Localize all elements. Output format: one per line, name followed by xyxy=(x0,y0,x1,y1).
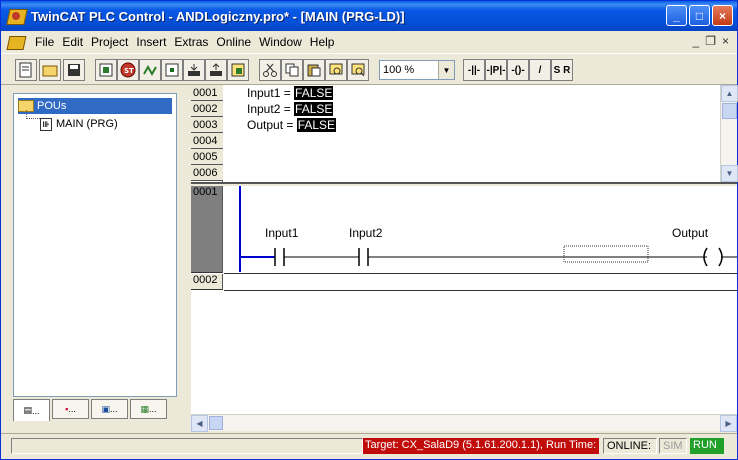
ladder-editor[interactable]: 0001 0002 Input1 Input2 Output xyxy=(191,186,737,414)
scroll-thumb[interactable] xyxy=(209,416,223,430)
status-target: Target: CX_SalaD9 (5.1.61.200.1.1), Run … xyxy=(363,438,599,454)
menu-online[interactable]: Online xyxy=(212,35,255,49)
parallel-contact-icon[interactable]: -|P|- xyxy=(485,59,507,81)
scroll-thumb[interactable] xyxy=(722,103,737,119)
run-to-icon[interactable] xyxy=(227,59,249,81)
tree-item-pous[interactable]: POUs xyxy=(18,98,172,114)
menu-project[interactable]: Project xyxy=(87,35,132,49)
menu-help[interactable]: Help xyxy=(306,35,339,49)
twincat-app-icon[interactable] xyxy=(7,7,25,25)
save-icon[interactable] xyxy=(63,59,85,81)
object-organizer-tree[interactable]: POUs ⊪ MAIN (PRG) xyxy=(13,93,177,397)
stop-icon[interactable]: ST xyxy=(117,59,139,81)
tree-connector xyxy=(26,110,40,119)
line-number: 0002 xyxy=(191,101,223,117)
network-separator xyxy=(224,290,737,291)
close-button[interactable]: × xyxy=(712,5,733,26)
variable-line-input1[interactable]: Input1 = FALSE xyxy=(247,85,334,101)
chevron-down-icon[interactable]: ▼ xyxy=(438,61,454,79)
status-online: ONLINE: xyxy=(603,438,657,454)
scroll-left-icon[interactable]: ◀ xyxy=(191,415,208,432)
organizer-tabs: ▤... ▪... ▣... ▦... xyxy=(13,399,177,421)
declaration-scrollbar[interactable]: ▲ ▼ xyxy=(720,85,738,182)
contact-icon[interactable]: -||- xyxy=(463,59,485,81)
mdi-close-button[interactable]: × xyxy=(722,34,729,48)
line-number: 0003 xyxy=(191,117,223,133)
download-icon[interactable] xyxy=(183,59,205,81)
variable-line-output[interactable]: Output = FALSE xyxy=(247,117,337,133)
tree-item-main[interactable]: ⊪ MAIN (PRG) xyxy=(40,116,118,132)
status-sim: SIM xyxy=(659,438,687,454)
document-system-icon[interactable] xyxy=(7,34,25,50)
line-number: 0006 xyxy=(191,165,223,181)
tab-pous[interactable]: ▤... xyxy=(13,399,50,421)
mdi-minimize-button[interactable]: _ xyxy=(693,34,700,48)
variable-value[interactable]: FALSE xyxy=(294,102,334,116)
scroll-down-icon[interactable]: ▼ xyxy=(721,165,738,182)
svg-text:ST: ST xyxy=(124,67,134,75)
contact-label-input1[interactable]: Input1 xyxy=(265,226,298,240)
negate-icon[interactable]: / xyxy=(529,59,551,81)
tab-visualizations[interactable]: ▣... xyxy=(91,399,128,419)
toolbar: ST 100 % ▼ -||- -|P|- -()- / S R xyxy=(1,53,737,85)
ladder-rung xyxy=(239,186,737,272)
scroll-up-icon[interactable]: ▲ xyxy=(721,85,738,102)
coil-label-output[interactable]: Output xyxy=(672,226,708,240)
coil-icon[interactable]: -()- xyxy=(507,59,529,81)
paste-icon[interactable] xyxy=(303,59,325,81)
menu-edit[interactable]: Edit xyxy=(58,35,87,49)
declaration-editor[interactable]: 0001 0002 0003 0004 0005 0006 Input1 = F… xyxy=(191,85,738,184)
set-reset-icon[interactable]: S R xyxy=(551,59,573,81)
variable-line-input2[interactable]: Input2 = FALSE xyxy=(247,101,334,117)
ladder-horizontal-scrollbar[interactable]: ◀ ▶ xyxy=(191,414,737,432)
tree-item-label: POUs xyxy=(37,100,67,112)
variable-value[interactable]: FALSE xyxy=(296,118,337,132)
menu-insert[interactable]: Insert xyxy=(132,35,170,49)
line-number: 0001 xyxy=(191,85,223,101)
find-next-icon[interactable] xyxy=(347,59,369,81)
line-number: 0004 xyxy=(191,133,223,149)
window-title: TwinCAT PLC Control - ANDLogiczny.pro* -… xyxy=(31,8,405,24)
new-file-icon[interactable] xyxy=(15,59,37,81)
variable-value[interactable]: FALSE xyxy=(294,86,334,100)
status-bar: Target: CX_SalaD9 (5.1.61.200.1.1), Run … xyxy=(1,433,737,459)
resources-icon: ▦ xyxy=(140,403,149,414)
step-icon[interactable] xyxy=(139,59,161,81)
window-controls: _ □ × xyxy=(666,5,733,26)
minimize-button[interactable]: _ xyxy=(666,5,687,26)
open-folder-icon[interactable] xyxy=(39,59,61,81)
tab-resources[interactable]: ▦... xyxy=(130,399,167,419)
login-icon[interactable] xyxy=(95,59,117,81)
network-number[interactable]: 0002 xyxy=(191,274,223,290)
copy-icon[interactable] xyxy=(281,59,303,81)
selection-cursor[interactable] xyxy=(563,245,649,263)
document-icon: ▤ xyxy=(23,405,32,415)
line-number-gutter: 0001 0002 0003 0004 0005 0006 xyxy=(191,85,223,182)
zoom-value: 100 % xyxy=(383,64,415,76)
upload-icon[interactable] xyxy=(205,59,227,81)
tab-data-types[interactable]: ▪... xyxy=(52,399,89,419)
main-window: TwinCAT PLC Control - ANDLogiczny.pro* -… xyxy=(0,0,738,460)
status-message-field xyxy=(11,438,363,454)
zoom-select[interactable]: 100 % ▼ xyxy=(379,60,455,80)
menu-file[interactable]: File xyxy=(31,35,58,49)
contact-label-input2[interactable]: Input2 xyxy=(349,226,382,240)
scroll-right-icon[interactable]: ▶ xyxy=(720,415,737,432)
network-number[interactable]: 0001 xyxy=(191,186,223,273)
mdi-controls: _ ❐ × xyxy=(693,34,729,48)
status-run: RUN xyxy=(690,438,724,454)
maximize-button[interactable]: □ xyxy=(689,5,710,26)
mdi-restore-button[interactable]: ❐ xyxy=(705,34,716,48)
title-bar[interactable]: TwinCAT PLC Control - ANDLogiczny.pro* -… xyxy=(1,1,737,31)
menu-window[interactable]: Window xyxy=(255,35,306,49)
visualization-icon: ▣ xyxy=(101,403,110,414)
menu-bar: File Edit Project Insert Extras Online W… xyxy=(1,31,737,53)
program-icon: ⊪ xyxy=(40,117,52,131)
menu-extras[interactable]: Extras xyxy=(170,35,212,49)
cut-icon[interactable] xyxy=(259,59,281,81)
tree-item-label: MAIN (PRG) xyxy=(56,118,118,130)
line-number: 0005 xyxy=(191,149,223,165)
breakpoint-icon[interactable] xyxy=(161,59,183,81)
find-icon[interactable] xyxy=(325,59,347,81)
